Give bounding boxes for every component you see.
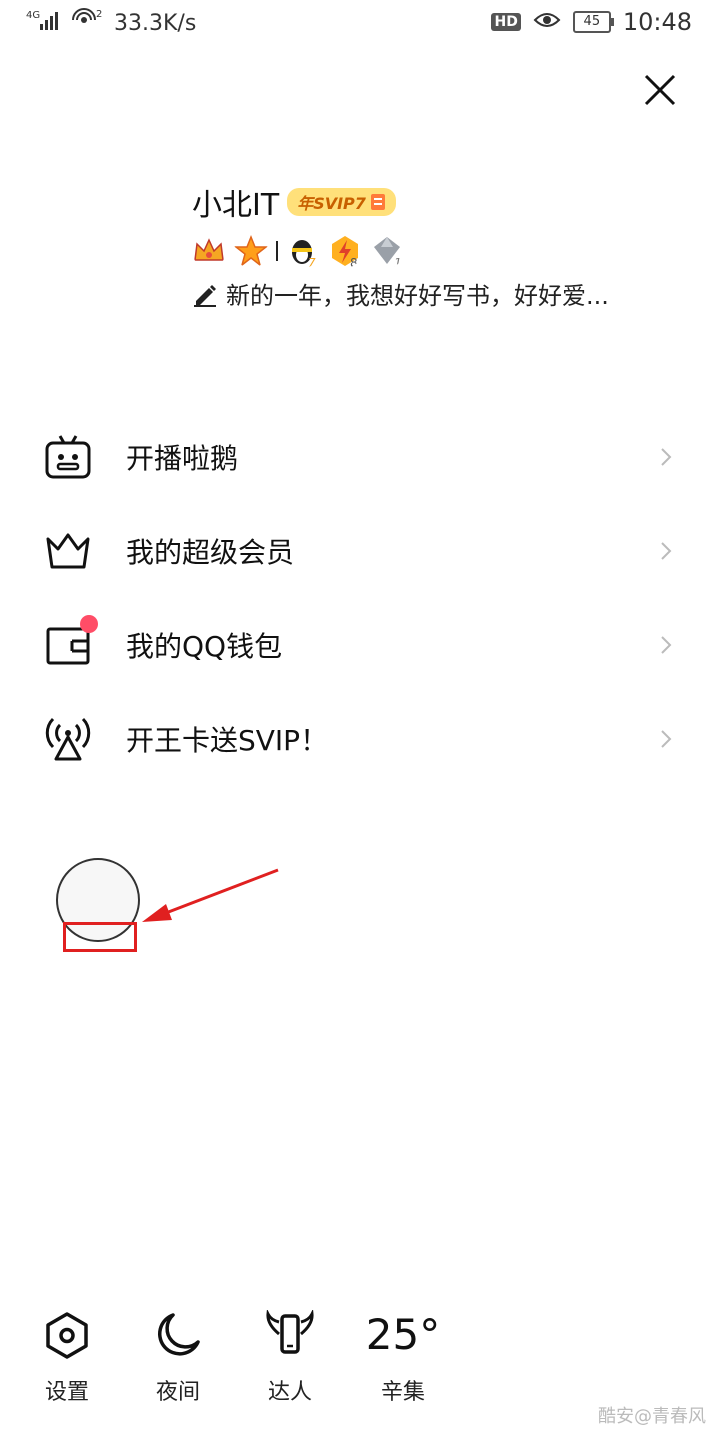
svg-text:8: 8 xyxy=(350,256,358,268)
status-right: HD 45 10:48 xyxy=(491,8,692,36)
badges-row: 7 8 1 xyxy=(192,234,692,268)
notification-dot xyxy=(80,615,98,633)
menu-item-label: 我的QQ钱包 xyxy=(126,630,283,663)
eye-icon xyxy=(533,8,561,36)
profile-name-row: 小北IT 年SVIP7 xyxy=(192,180,692,224)
lightning-level-icon[interactable]: 8 xyxy=(328,234,362,268)
annotation-arrow-icon xyxy=(142,868,279,922)
chevron-right-icon xyxy=(661,730,672,748)
chevron-right-icon xyxy=(661,636,672,654)
signature-text: 新的一年，我想好好写书，好好爱... xyxy=(226,282,609,310)
signal-icon: 4G xyxy=(26,8,62,38)
diamond-level-icon[interactable]: 1 xyxy=(370,234,404,268)
weather-city: 辛集 xyxy=(380,1380,425,1405)
wallet-icon xyxy=(44,615,98,669)
status-bar: 4G 2 33.3K/s HD 45 10:48 xyxy=(0,0,720,50)
king-crown-icon[interactable] xyxy=(192,234,226,268)
hotspot-icon: 2 xyxy=(72,8,104,38)
menu-item-king-card[interactable]: 开王卡送SVIP！ xyxy=(0,692,720,786)
battery-indicator: 45 xyxy=(572,11,614,33)
signal-tower-icon xyxy=(44,715,92,763)
badge-ribbon-icon xyxy=(370,194,385,210)
menu-item-qq-wallet[interactable]: 我的QQ钱包 xyxy=(0,598,720,692)
pencil-icon xyxy=(194,284,216,307)
menu-item-label: 我的超级会员 xyxy=(126,536,295,569)
menu-item-super-member[interactable]: 我的超级会员 xyxy=(0,504,720,598)
svg-text:4G: 4G xyxy=(26,10,40,21)
network-speed: 33.3K/s xyxy=(114,10,197,36)
chevron-right-icon xyxy=(661,448,672,466)
signature-row[interactable]: 新的一年，我想好好写书，好好爱... xyxy=(192,276,692,311)
close-button[interactable] xyxy=(636,66,684,114)
svg-text:1: 1 xyxy=(394,256,402,268)
svip-badge[interactable]: 年SVIP7 xyxy=(287,188,396,216)
svg-text:7: 7 xyxy=(308,256,316,268)
settings-button[interactable]: 设置 xyxy=(22,1310,112,1406)
clock: 10:48 xyxy=(622,8,692,36)
star-icon[interactable] xyxy=(234,234,268,268)
menu-item-label: 开播啦鹅 xyxy=(126,442,239,475)
menu-item-live-stream[interactable]: 开播啦鹅 xyxy=(0,410,720,504)
bottom-toolbar: 设置 夜间 达人 25° 辛集 xyxy=(0,1310,720,1410)
profile-card[interactable]: 小北IT 年SVIP7 7 8 1 新的一年，我想好好写书，好好爱... xyxy=(192,180,692,311)
phone-wings-icon xyxy=(266,1310,314,1354)
moon-icon xyxy=(158,1313,200,1356)
profile-name: 小北IT xyxy=(192,188,280,223)
gear-hexagon-icon xyxy=(46,1312,88,1359)
expert-label: 达人 xyxy=(267,1380,312,1405)
weather-temperature: 25° xyxy=(365,1310,441,1359)
annotation-highlight-box xyxy=(63,922,137,952)
status-left: 4G 2 33.3K/s xyxy=(26,8,196,38)
weather-button[interactable]: 25° 辛集 xyxy=(358,1310,448,1406)
chevron-right-icon xyxy=(661,542,672,560)
watermark: 酷安@青春风 xyxy=(598,1406,706,1427)
crown-icon xyxy=(44,527,92,575)
menu-list: 开播啦鹅 我的超级会员 我的QQ钱包 开王卡送SVIP！ xyxy=(0,410,720,786)
hotspot-count: 2 xyxy=(96,9,102,20)
tv-robot-icon xyxy=(44,433,92,481)
settings-label: 设置 xyxy=(44,1380,89,1405)
hd-badge: HD xyxy=(491,13,521,31)
night-mode-label: 夜间 xyxy=(155,1380,200,1405)
expert-button[interactable]: 达人 xyxy=(245,1310,335,1406)
qq-penguin-icon[interactable]: 7 xyxy=(286,234,320,268)
menu-item-label: 开王卡送SVIP！ xyxy=(126,724,329,757)
close-icon xyxy=(644,74,676,106)
svip-badge-label: 年SVIP7 xyxy=(297,194,366,213)
night-mode-button[interactable]: 夜间 xyxy=(133,1310,223,1406)
badge-divider xyxy=(276,241,278,261)
